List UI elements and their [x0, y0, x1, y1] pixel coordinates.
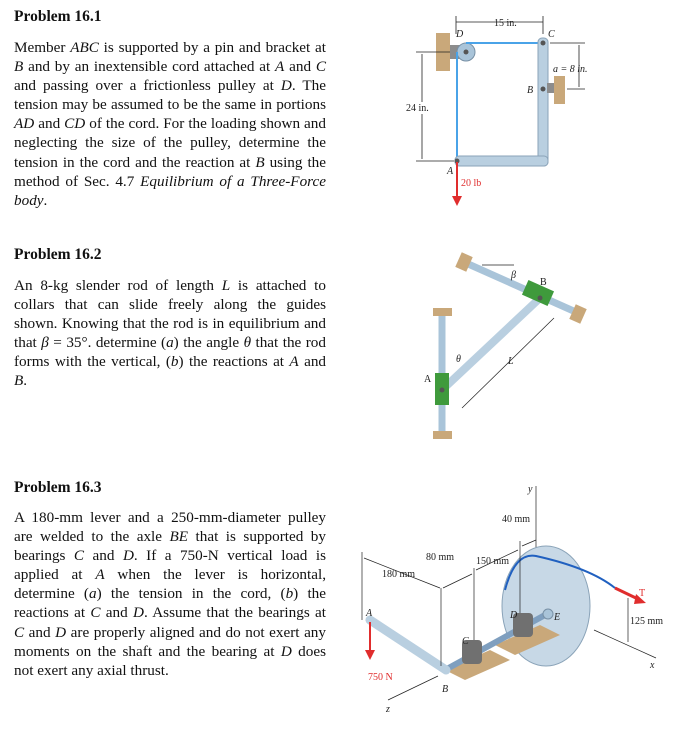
italic-term: B: [14, 58, 24, 76]
problem-16-1-text: Member ABC is supported by a pin and bra…: [14, 39, 327, 209]
dim-150mm-label: 150 mm: [476, 556, 509, 567]
member-bc: [537, 37, 549, 167]
lever: [365, 615, 451, 675]
italic-term: D: [55, 623, 67, 641]
italic-term: AD: [14, 115, 35, 133]
slender-rod: [439, 295, 543, 393]
load-750n-label: 750 N: [368, 672, 393, 683]
italic-term: D: [122, 547, 134, 565]
dim-a-label: a = 8 in.: [553, 64, 588, 75]
italic-term: A: [95, 566, 105, 584]
dim-125mm-label: 125 mm: [630, 616, 663, 627]
italic-term: A: [275, 58, 285, 76]
italic-term: C: [14, 623, 25, 641]
label-a: A: [365, 608, 373, 619]
italic-term: b: [170, 353, 179, 371]
z-axis-label: z: [385, 704, 390, 715]
dim-80mm-label: 80 mm: [426, 552, 454, 563]
italic-term: C: [315, 58, 326, 76]
italic-term: ABC: [70, 39, 99, 56]
label-b: B: [527, 85, 533, 96]
dim-40mm-label: 40 mm: [502, 514, 530, 525]
dim-15in-label: 15 in.: [494, 18, 517, 29]
label-a: A: [446, 166, 454, 177]
italic-term: A: [289, 353, 299, 371]
label-b: B: [540, 277, 547, 288]
problem-16-2-figure: β A B θ L: [424, 252, 587, 439]
italic-term: D: [280, 642, 292, 660]
length-l-label: L: [507, 356, 514, 367]
italic-term: BE: [169, 528, 189, 546]
load-20lb-label: 20 lb: [461, 178, 481, 189]
italic-term: a: [166, 334, 174, 352]
problem-16-2-title: Problem 16.2: [14, 246, 102, 263]
tension-label: T: [639, 588, 645, 599]
italic-term: C: [73, 547, 85, 565]
x-axis-label: x: [649, 660, 655, 671]
italic-term: a: [89, 585, 97, 603]
wall-support-b: [554, 76, 565, 104]
italic-term: θ: [243, 334, 252, 352]
italic-term: B: [255, 153, 265, 171]
italic-term: L: [221, 277, 231, 294]
italic-term: B: [14, 372, 24, 390]
x-axis: [593, 629, 657, 659]
problem-16-3-figure: y x z T 125 mm 750 N 180 mm 80 mm 150 mm…: [361, 484, 663, 715]
problem-16-3-title: Problem 16.3: [14, 479, 102, 496]
italic-term: β: [41, 334, 49, 352]
label-c: C: [462, 636, 469, 647]
label-d: D: [509, 610, 518, 621]
hub-e: [542, 608, 554, 620]
y-axis-label: y: [527, 484, 533, 495]
italic-term: C: [90, 604, 101, 622]
problem-16-2-text: An 8-kg slender rod of length L is attac…: [14, 277, 327, 390]
z-axis: [387, 675, 439, 701]
label-e: E: [553, 612, 560, 623]
problem-16-3-text: A 180-mm lever and a 250-mm-diameter pul…: [14, 509, 326, 679]
dim-24in-label: 24 in.: [406, 103, 429, 114]
label-b: B: [442, 684, 448, 695]
inclined-guide: [464, 259, 580, 317]
member-ab: [454, 155, 549, 167]
label-d: D: [455, 29, 464, 40]
italic-term: CD: [64, 115, 86, 133]
problem-16-1-figure: 15 in. D C B a = 8 in. 24 in. A 20 lb: [406, 16, 588, 206]
italic-term: D: [280, 77, 292, 95]
italic-term: Equilibrium of a Three-Force body: [14, 172, 326, 209]
label-a: A: [424, 374, 432, 385]
italic-term: b: [285, 585, 294, 603]
label-c: C: [548, 29, 555, 40]
italic-term: D: [132, 604, 144, 622]
problem-16-1-title: Problem 16.1: [14, 8, 102, 25]
dim-180mm-label: 180 mm: [382, 569, 415, 580]
theta-label: θ: [456, 354, 461, 365]
beta-label: β: [510, 270, 516, 281]
